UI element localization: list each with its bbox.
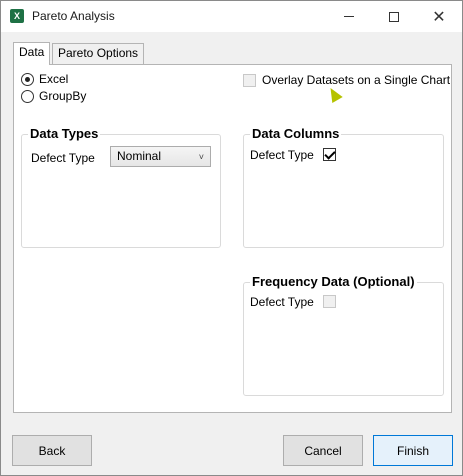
radio-excel[interactable]: Excel <box>21 72 68 86</box>
data-types-title: Data Types <box>28 126 101 141</box>
defect-type-type-value: Nominal <box>117 149 162 163</box>
window-title: Pareto Analysis <box>32 9 115 23</box>
minimize-button[interactable] <box>326 1 372 32</box>
minimize-icon <box>344 16 354 17</box>
overlay-datasets-checkbox[interactable] <box>243 73 256 87</box>
defect-type-type-select[interactable]: Nominal ˅ <box>110 146 211 167</box>
maximize-button[interactable] <box>371 1 417 32</box>
title-bar: X Pareto Analysis ✕ <box>1 1 462 32</box>
cancel-button[interactable]: Cancel <box>283 435 363 466</box>
overlay-datasets-option[interactable]: Overlay Datasets on a Single Chart <box>243 73 450 87</box>
frequency-data-title: Frequency Data (Optional) <box>250 274 417 289</box>
back-button[interactable]: Back <box>12 435 92 466</box>
tab-pareto-options[interactable]: Pareto Options <box>52 43 145 64</box>
finish-button[interactable]: Finish <box>373 435 453 466</box>
tab-data[interactable]: Data <box>13 42 51 65</box>
radio-excel-label: Excel <box>39 72 69 86</box>
frequency-data-defect-type-checkbox[interactable] <box>323 295 336 308</box>
close-button[interactable]: ✕ <box>416 1 462 32</box>
close-icon: ✕ <box>432 8 446 26</box>
radio-excel-button[interactable] <box>21 72 34 86</box>
data-columns-title: Data Columns <box>250 126 342 141</box>
maximize-icon <box>389 11 399 22</box>
data-types-field-label: Defect Type <box>31 151 95 165</box>
data-columns-defect-type-checkbox[interactable] <box>323 148 336 161</box>
radio-groupby[interactable]: GroupBy <box>21 89 86 103</box>
radio-groupby-button[interactable] <box>21 89 34 103</box>
overlay-datasets-label: Overlay Datasets on a Single Chart <box>262 73 451 87</box>
frequency-data-field-label: Defect Type <box>250 295 314 309</box>
pareto-analysis-window: X Pareto Analysis ✕ Data Pareto Options … <box>0 0 463 476</box>
chevron-down-icon: ˅ <box>198 152 204 162</box>
data-columns-field-label: Defect Type <box>250 148 314 162</box>
excel-icon: X <box>10 9 24 23</box>
radio-groupby-label: GroupBy <box>39 89 87 103</box>
